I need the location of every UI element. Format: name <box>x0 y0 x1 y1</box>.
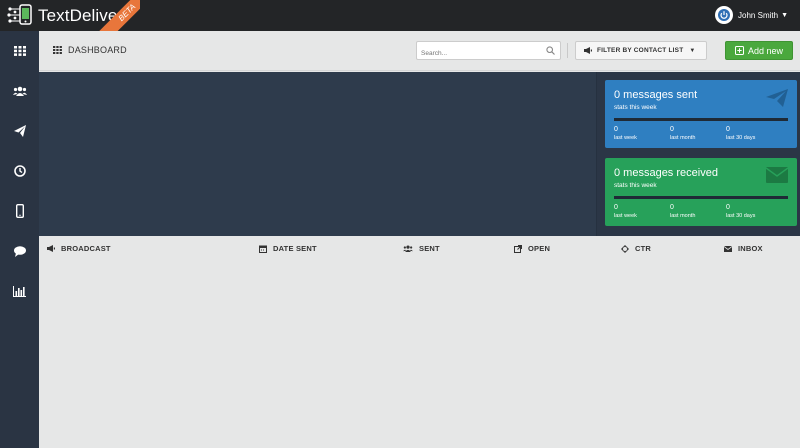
dashboard-hero: 0 messages sent stats this week 0 last w… <box>39 72 800 236</box>
column-label: OPEN <box>528 244 551 253</box>
column-label: DATE SENT <box>273 244 317 253</box>
sidebar-item-numbers[interactable] <box>0 191 39 231</box>
messages-sent-card: 0 messages sent stats this week 0 last w… <box>605 80 797 148</box>
column-broadcast[interactable]: BROADCAST <box>47 244 111 253</box>
column-label: CTR <box>635 244 652 253</box>
column-open[interactable]: OPEN <box>514 244 550 253</box>
search-icon[interactable] <box>546 46 555 55</box>
envelope-icon <box>766 167 788 183</box>
stat-value: 0 <box>726 204 730 211</box>
column-label: INBOX <box>738 244 763 253</box>
crosshair-icon <box>621 244 629 253</box>
messages-received-card: 0 messages received stats this week 0 la… <box>605 158 797 226</box>
search-box <box>416 41 561 62</box>
chat-bubble-icon <box>13 245 26 257</box>
sidebar-item-scheduled[interactable] <box>0 151 39 191</box>
sidebar <box>0 31 39 448</box>
sent-last-month: 0 last month <box>670 126 695 141</box>
user-name: John Smith <box>738 10 779 20</box>
add-new-button[interactable]: Add new <box>725 41 793 60</box>
page-title-label: DASHBOARD <box>68 45 127 55</box>
sidebar-item-broadcasts[interactable] <box>0 111 39 151</box>
stat-label: last week <box>614 135 637 141</box>
column-label: SENT <box>419 244 440 253</box>
sidebar-item-contacts[interactable] <box>0 71 39 111</box>
stat-label: last month <box>670 135 696 141</box>
column-label: BROADCAST <box>61 244 111 253</box>
caret-down-icon: ▼ <box>689 47 696 54</box>
stat-label: last week <box>614 213 637 219</box>
stat-label: last 30 days <box>726 213 756 219</box>
column-date-sent[interactable]: DATE SENT <box>259 244 317 253</box>
top-bar: TextDeliver BETA John Smith ▼ <box>0 0 800 31</box>
plus-square-icon <box>734 46 744 55</box>
toolbar: DASHBOARD FILTER BY CONTACT LIST ▼ Add n… <box>39 31 800 71</box>
paper-plane-icon <box>13 125 26 137</box>
stat-value: 0 <box>614 204 618 211</box>
sidebar-item-reports[interactable] <box>0 271 39 311</box>
stat-value: 0 <box>726 126 730 133</box>
clock-icon <box>13 165 26 177</box>
column-inbox[interactable]: INBOX <box>724 244 763 253</box>
user-menu[interactable]: John Smith ▼ <box>715 5 788 25</box>
bar-chart-icon <box>13 285 26 297</box>
grid-icon <box>13 46 26 56</box>
filter-contact-list-button[interactable]: FILTER BY CONTACT LIST ▼ <box>575 41 707 60</box>
received-last-month: 0 last month <box>670 204 695 219</box>
column-ctr[interactable]: CTR <box>621 244 651 253</box>
stat-value: 0 <box>670 126 674 133</box>
sent-progress-bar <box>614 118 788 121</box>
grid-icon <box>53 46 62 54</box>
column-sent[interactable]: SENT <box>403 244 440 253</box>
sent-last-week: 0 last week <box>614 126 637 141</box>
calendar-icon <box>259 245 267 253</box>
received-last-week: 0 last week <box>614 204 637 219</box>
users-icon <box>403 245 413 252</box>
stat-value: 0 <box>614 126 618 133</box>
broadcast-table-body <box>39 260 800 448</box>
mobile-icon <box>15 204 24 218</box>
megaphone-icon <box>584 47 592 54</box>
chevron-down-icon: ▼ <box>781 11 788 19</box>
sent-subtitle: stats this week <box>614 104 657 111</box>
stat-label: last month <box>670 213 696 219</box>
received-last-30-days: 0 last 30 days <box>726 204 755 219</box>
page-title: DASHBOARD <box>53 45 127 55</box>
broadcast-table-header: BROADCAST DATE SENT SENT OPEN CTR INBOX <box>39 236 800 260</box>
users-icon <box>12 86 27 96</box>
search-input[interactable] <box>417 45 537 62</box>
sent-title: 0 messages sent <box>614 89 698 101</box>
filter-label: FILTER BY CONTACT LIST <box>597 47 684 54</box>
received-title: 0 messages received <box>614 167 718 179</box>
toolbar-divider <box>567 43 568 58</box>
received-progress-bar <box>614 196 788 199</box>
sent-last-30-days: 0 last 30 days <box>726 126 755 141</box>
sidebar-item-dashboard[interactable] <box>0 31 39 71</box>
sidebar-item-inbox[interactable] <box>0 231 39 271</box>
stat-value: 0 <box>670 204 674 211</box>
stats-panel: 0 messages sent stats this week 0 last w… <box>596 72 800 236</box>
app-logo[interactable]: TextDeliver BETA <box>0 0 140 31</box>
external-link-icon <box>514 244 522 253</box>
paper-plane-icon <box>766 89 788 107</box>
received-subtitle: stats this week <box>614 182 657 189</box>
envelope-icon <box>724 245 732 252</box>
add-new-label: Add new <box>747 45 784 56</box>
megaphone-icon <box>47 245 55 252</box>
stat-label: last 30 days <box>726 135 756 141</box>
power-icon[interactable] <box>715 6 734 24</box>
logo-circuit-icon <box>7 4 32 25</box>
